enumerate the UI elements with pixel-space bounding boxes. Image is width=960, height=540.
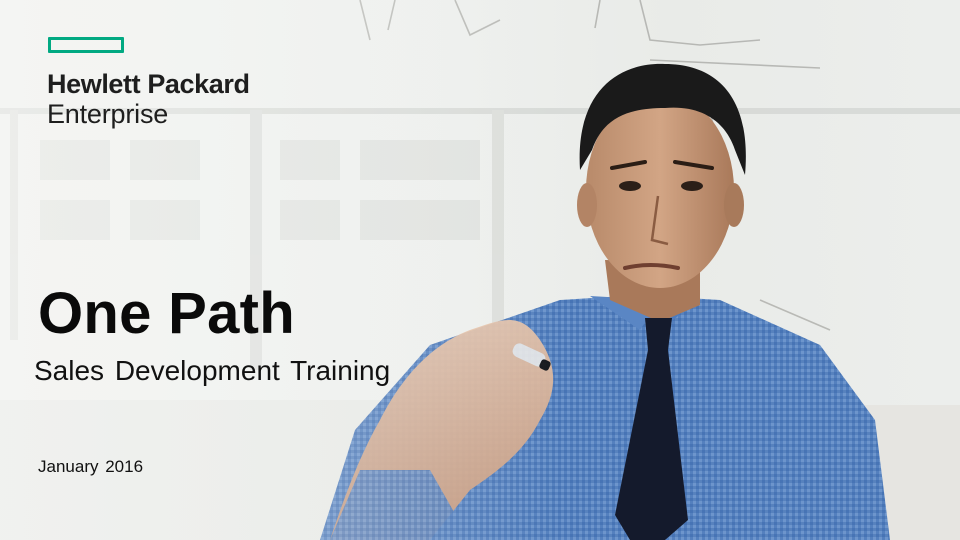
title-slide: Hewlett Packard Enterprise One Path Sale…: [0, 0, 960, 540]
slide-title: One Path: [38, 281, 295, 346]
hpe-logo-rectangle: [48, 37, 124, 53]
brand-name-line1: Hewlett Packard: [47, 69, 250, 99]
brand-name-line2: Enterprise: [47, 99, 169, 129]
slide-subtitle: Sales Development Training: [34, 355, 391, 386]
slide-date: January 2016: [38, 457, 144, 476]
